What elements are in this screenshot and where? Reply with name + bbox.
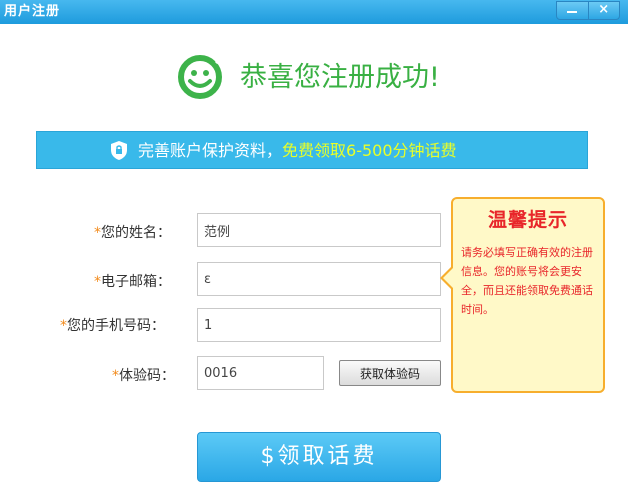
email-input[interactable] — [197, 262, 441, 296]
minimize-button[interactable] — [557, 2, 588, 19]
required-mark: * — [94, 274, 101, 290]
tip-title: 温馨提示 — [487, 209, 568, 231]
title-bar[interactable]: 用户注册 × — [0, 0, 628, 24]
name-label: *您的姓名： — [94, 223, 171, 243]
promo-banner: 完善账户保护资料，免费领取6-500分钟话费 — [36, 131, 588, 169]
close-icon: × — [598, 2, 610, 17]
captcha-input[interactable] — [197, 356, 324, 390]
email-label-text: 电子邮箱： — [101, 274, 171, 290]
tip-pointer-fill — [443, 267, 454, 289]
smiley-icon — [178, 55, 223, 99]
get-captcha-button[interactable]: 获取体验码 — [339, 360, 441, 386]
required-mark: * — [94, 225, 101, 241]
banner-text-main: 完善账户保护资料， — [138, 141, 283, 160]
phone-label-text: 您的手机号码： — [67, 318, 165, 334]
captcha-label: *体验码： — [112, 366, 175, 386]
email-label: *电子邮箱： — [94, 272, 171, 292]
tip-box: 温馨提示 请务必填写正确有效的注册信息。您的账号将会更安全，而且还能领取免费通话… — [440, 197, 605, 393]
window-controls: × — [556, 1, 620, 20]
name-label-text: 您的姓名： — [101, 225, 171, 241]
required-mark: * — [60, 318, 67, 334]
phone-input[interactable] — [197, 308, 441, 342]
success-message: 恭喜您注册成功! — [240, 62, 440, 93]
window-title: 用户注册 — [4, 4, 61, 19]
shield-icon — [111, 141, 127, 160]
required-mark: * — [112, 368, 119, 384]
banner-text-highlight: 免费领取6-500分钟话费 — [282, 141, 457, 160]
tip-body: 请务必填写正确有效的注册信息。您的账号将会更安全，而且还能领取免费通话时间。 — [461, 246, 593, 316]
name-input[interactable] — [197, 213, 441, 247]
banner-text: 完善账户保护资料，免费领取6-500分钟话费 — [138, 140, 457, 161]
registration-window: 用户注册 × 恭喜您注册成功! 完善账户保护资料，免费领取6-500分钟话费 *… — [0, 0, 628, 482]
captcha-label-text: 体验码： — [119, 368, 175, 384]
close-button[interactable]: × — [587, 2, 620, 19]
phone-label: *您的手机号码： — [60, 316, 165, 336]
minimize-icon — [567, 11, 577, 13]
